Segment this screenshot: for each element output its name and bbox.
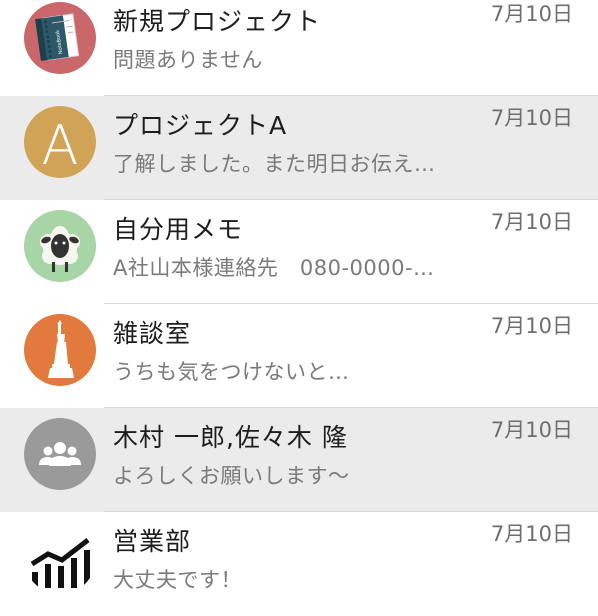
conversation-date: 7月10日 [490, 522, 573, 546]
conversation-date: 7月10日 [490, 314, 573, 338]
conversation-title: プロジェクトA [113, 111, 288, 140]
conversation-date: 7月10日 [490, 210, 573, 234]
conversation-preview: よろしくお願いします〜 [113, 464, 350, 488]
notebook-icon: NoteBook [24, 2, 96, 74]
conversation-row[interactable]: 木村 一郎,佐々木 隆 よろしくお願いします〜 7月10日 [0, 408, 598, 512]
letter-a-icon: A [24, 106, 96, 178]
statue-of-liberty-icon [24, 314, 96, 386]
conversation-preview: 了解しました。また明日お伝え… [113, 152, 436, 176]
conversation-date: 7月10日 [490, 418, 573, 442]
conversation-preview: 大丈夫です！ [113, 568, 242, 592]
conversation-row[interactable]: 雑談室 うちも気をつけないと… 7月10日 [0, 304, 598, 408]
conversation-preview: 問題ありません [113, 48, 263, 72]
avatar-text: A [42, 114, 79, 177]
conversation-row[interactable]: 営業部 大丈夫です！ 7月10日 [0, 512, 598, 616]
conversation-row[interactable]: 自分用メモ A社山本様連絡先 080-0000-… 7月10日 [0, 200, 598, 304]
conversation-preview: うちも気をつけないと… [113, 360, 350, 384]
conversation-title: 木村 一郎,佐々木 隆 [113, 423, 348, 452]
conversation-title: 新規プロジェクト [113, 7, 322, 36]
conversation-title: 営業部 [113, 527, 192, 556]
conversation-date: 7月10日 [490, 2, 573, 26]
conversation-title: 自分用メモ [113, 215, 244, 244]
conversation-row[interactable]: A プロジェクトA 了解しました。また明日お伝え… 7月10日 [0, 96, 598, 200]
conversation-title: 雑談室 [113, 319, 192, 348]
conversation-row[interactable]: NoteBook 新規プロジェクト 問題ありません 7月10日 [0, 0, 598, 96]
conversation-date: 7月10日 [490, 106, 573, 130]
group-icon [24, 418, 96, 490]
bar-chart-icon [24, 522, 96, 594]
sheep-icon [24, 210, 96, 282]
conversation-preview: A社山本様連絡先 080-0000-… [113, 256, 435, 280]
conversation-list: NoteBook 新規プロジェクト 問題ありません 7月10日 A プロジェクト… [0, 0, 598, 616]
